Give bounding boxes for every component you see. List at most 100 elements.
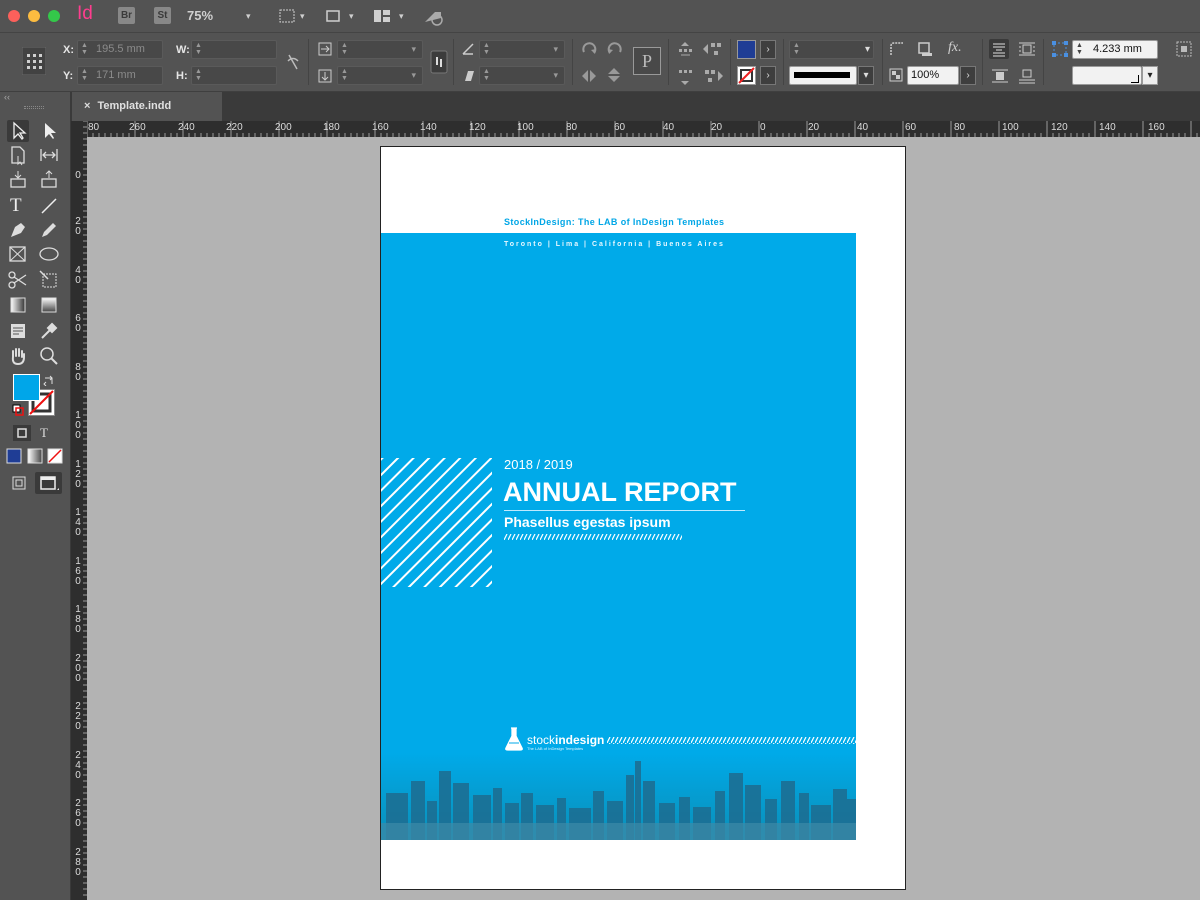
effects-fx-icon[interactable]: fx. xyxy=(948,40,962,56)
stroke-weight-stepper-icon[interactable]: ▲ ▼ xyxy=(793,42,800,56)
select-previous-object-icon[interactable] xyxy=(702,41,724,57)
fill-swatch-menu-chevron-icon[interactable]: › xyxy=(760,40,776,59)
type-tool[interactable]: T xyxy=(7,195,29,217)
city-skyline-image[interactable] xyxy=(381,753,856,840)
screen-mode-button[interactable] xyxy=(35,472,62,494)
rotation-stepper-icon[interactable]: ▲ ▼ xyxy=(483,42,490,56)
vertical-ruler[interactable]: 0 2 0 4 0 6 0 8 0 1 0 0 1 2 0 1 4 0 1 6 … xyxy=(71,121,87,900)
zoom-level[interactable]: 75% xyxy=(187,8,213,23)
height-field[interactable]: ▲ ▼ xyxy=(191,66,277,85)
apply-color-swatch[interactable] xyxy=(6,448,22,464)
drop-shadow-icon[interactable] xyxy=(917,41,933,57)
width-stepper-icon[interactable]: ▲ ▼ xyxy=(195,42,202,56)
flask-logo-icon[interactable] xyxy=(503,726,525,752)
text-wrap-around-bounding-box-icon[interactable] xyxy=(989,39,1009,59)
gap-tool[interactable] xyxy=(38,144,60,166)
scissors-tool[interactable] xyxy=(7,269,29,291)
rotation-angle-icon[interactable] xyxy=(461,42,475,56)
select-next-object-icon[interactable] xyxy=(702,68,724,84)
collapse-panel-chevron-icon[interactable]: ‹‹ xyxy=(4,92,10,102)
rotate-counterclockwise-icon[interactable] xyxy=(606,40,624,58)
text-wrap-jump-column-icon[interactable] xyxy=(1018,68,1036,84)
report-title[interactable]: ANNUAL REPORT xyxy=(503,477,737,508)
shear-stepper-icon[interactable]: ▲ ▼ xyxy=(483,68,490,82)
maximize-window-button[interactable] xyxy=(48,10,60,22)
report-year[interactable]: 2018 / 2019 xyxy=(504,457,573,472)
shear-chevron-icon[interactable]: ▾ xyxy=(553,67,558,84)
zoom-dropdown-chevron-icon[interactable]: ▾ xyxy=(246,11,251,22)
opacity-field[interactable]: 100% xyxy=(907,66,959,85)
stroke-type-field[interactable] xyxy=(789,66,857,85)
arrange-documents-icon[interactable] xyxy=(373,8,391,24)
page-tool[interactable] xyxy=(7,144,29,166)
stroke-type-chevron-icon[interactable]: ▾ xyxy=(858,66,874,85)
width-field[interactable]: ▲ ▼ xyxy=(191,40,277,59)
stockindesign-logo[interactable]: stockindesign xyxy=(527,733,604,747)
free-transform-tool[interactable] xyxy=(38,269,60,291)
shear-angle-icon[interactable] xyxy=(461,69,475,83)
hand-tool[interactable] xyxy=(7,345,29,367)
stroke-weight-chevron-icon[interactable]: ▾ xyxy=(865,41,870,58)
rectangle-frame-tool[interactable] xyxy=(7,243,29,265)
default-fill-stroke-icon[interactable] xyxy=(12,404,24,416)
scale-y-icon[interactable] xyxy=(318,69,332,83)
report-subtitle[interactable]: Phasellus egestas ipsum xyxy=(504,514,671,530)
auto-fit-frame-icon[interactable] xyxy=(1051,40,1069,58)
opacity-icon[interactable] xyxy=(889,68,903,82)
y-stepper-icon[interactable]: ▲ ▼ xyxy=(81,68,88,82)
horizontal-ruler[interactable]: 80 260 240 220 200 180 160 140 120 100 8… xyxy=(87,121,1200,137)
scale-y-chevron-icon[interactable]: ▾ xyxy=(411,67,416,84)
gradient-swatch-tool[interactable] xyxy=(7,294,29,316)
bridge-button[interactable]: Br xyxy=(118,7,135,24)
eyedropper-tool[interactable] xyxy=(38,320,60,342)
pen-tool[interactable] xyxy=(7,219,29,241)
select-container-icon[interactable] xyxy=(677,41,693,59)
stroke-none-swatch[interactable] xyxy=(737,66,756,85)
brand-line[interactable]: StockInDesign: The LAB of InDesign Templ… xyxy=(504,217,724,227)
scale-y-stepper-icon[interactable]: ▲ ▼ xyxy=(341,68,348,82)
height-stepper-icon[interactable]: ▲ ▼ xyxy=(195,68,202,82)
rotation-angle-field[interactable]: ▲ ▼ ▾ xyxy=(479,40,565,59)
rotation-chevron-icon[interactable]: ▾ xyxy=(553,41,558,58)
reference-point-icon[interactable] xyxy=(22,47,46,75)
constrain-scale-link-icon[interactable] xyxy=(430,50,448,74)
pencil-tool[interactable] xyxy=(38,219,60,241)
fill-color-swatch[interactable] xyxy=(737,40,756,59)
object-style-field[interactable] xyxy=(1072,66,1142,85)
scale-y-field[interactable]: ▲ ▼ ▾ xyxy=(337,66,423,85)
stroke-weight-mm-field[interactable]: ▲ ▼ 4.233 mm xyxy=(1072,40,1158,59)
constrain-proportions-icon[interactable] xyxy=(285,53,301,71)
apply-gradient-swatch[interactable] xyxy=(27,448,43,464)
flip-vertical-icon[interactable] xyxy=(606,66,622,84)
object-style-chevron-icon[interactable]: ▾ xyxy=(1142,66,1158,85)
scale-x-chevron-icon[interactable]: ▾ xyxy=(411,41,416,58)
stroke-weight-mm-stepper-icon[interactable]: ▲ ▼ xyxy=(1076,42,1083,56)
close-tab-icon[interactable]: × xyxy=(84,100,90,112)
select-content-icon[interactable] xyxy=(677,68,693,86)
zoom-tool[interactable] xyxy=(38,345,60,367)
view-options-chevron-icon[interactable]: ▾ xyxy=(300,11,305,22)
close-window-button[interactable] xyxy=(8,10,20,22)
rotate-clockwise-icon[interactable] xyxy=(580,40,598,58)
corner-options-icon[interactable] xyxy=(889,41,905,57)
panel-menu-icon[interactable] xyxy=(1176,41,1192,57)
shear-angle-field[interactable]: ▲ ▼ ▾ xyxy=(479,66,565,85)
ellipse-tool[interactable] xyxy=(38,243,60,265)
x-position-field[interactable]: ▲ ▼ 195.5 mm xyxy=(77,40,163,59)
stroke-weight-field[interactable]: ▲ ▼ ▾ xyxy=(789,40,874,59)
diagonal-stripes-graphic[interactable] xyxy=(381,458,492,587)
view-options-icon[interactable] xyxy=(279,8,295,24)
fill-color-box[interactable] xyxy=(13,374,40,401)
cover-blue-block[interactable]: Toronto | Lima | California | Buenos Air… xyxy=(381,233,856,840)
stroke-swatch-menu-chevron-icon[interactable]: › xyxy=(760,66,776,85)
normal-view-mode-icon[interactable] xyxy=(12,476,26,490)
formatting-affects-container-button[interactable] xyxy=(13,425,31,441)
scale-x-stepper-icon[interactable]: ▲ ▼ xyxy=(341,42,348,56)
swap-fill-stroke-icon[interactable] xyxy=(43,374,55,386)
scale-x-icon[interactable] xyxy=(318,42,332,56)
selection-tool[interactable] xyxy=(7,120,29,142)
opacity-menu-chevron-icon[interactable]: › xyxy=(960,66,976,85)
publish-online-icon[interactable] xyxy=(423,8,445,26)
cities-line[interactable]: Toronto | Lima | California | Buenos Air… xyxy=(504,241,725,248)
document-tab[interactable]: × Template.indd xyxy=(72,92,222,121)
